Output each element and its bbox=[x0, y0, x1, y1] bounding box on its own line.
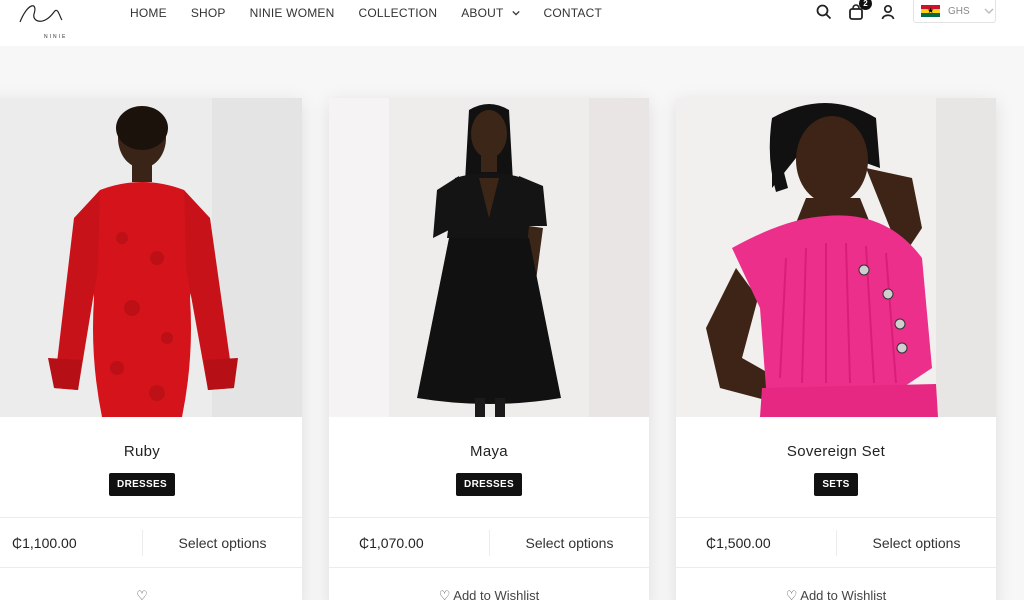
nav-label: HOME bbox=[130, 6, 167, 20]
currency-code: GHS bbox=[948, 5, 970, 17]
search-icon bbox=[816, 4, 832, 20]
select-options-button[interactable]: Select options bbox=[143, 535, 302, 551]
user-icon bbox=[881, 4, 895, 20]
header-actions: 2 bbox=[814, 0, 910, 22]
select-options-button[interactable]: Select options bbox=[490, 535, 649, 551]
add-to-wishlist-button[interactable]: ♡ Add to Wishlist bbox=[329, 588, 649, 600]
product-image[interactable] bbox=[0, 98, 302, 417]
nav-label: COLLECTION bbox=[358, 6, 438, 20]
product-image[interactable] bbox=[329, 98, 649, 417]
product-photo-sovereign-set bbox=[676, 98, 996, 417]
add-to-wishlist-button[interactable]: ♡ Add to Wishlist bbox=[676, 588, 996, 600]
chevron-down-icon bbox=[984, 8, 994, 14]
cart-button[interactable]: 2 bbox=[846, 0, 872, 22]
product-card[interactable]: Maya DRESSES ₵1,070.00 Select options ♡ … bbox=[329, 98, 649, 600]
product-card[interactable]: Ruby DRESSES ₵1,100.00 Select options ♡ bbox=[0, 98, 302, 600]
nav-label: NINIE WOMEN bbox=[249, 6, 335, 20]
price-row: ₵1,070.00 Select options bbox=[329, 517, 649, 568]
chevron-down-icon bbox=[511, 10, 520, 16]
product-name[interactable]: Maya bbox=[329, 443, 649, 461]
product-name[interactable]: Ruby bbox=[0, 443, 302, 461]
nav-about[interactable]: ABOUT bbox=[461, 6, 520, 20]
nav-contact[interactable]: CONTACT bbox=[544, 6, 603, 20]
nav-shop[interactable]: SHOP bbox=[191, 6, 226, 20]
product-card[interactable]: Sovereign Set SETS ₵1,500.00 Select opti… bbox=[676, 98, 996, 600]
search-button[interactable] bbox=[814, 2, 834, 22]
product-image[interactable] bbox=[676, 98, 996, 417]
nav-label: ABOUT bbox=[461, 6, 504, 20]
site-header: NINIE HOME SHOP NINIE WOMEN COLLECTION A… bbox=[0, 0, 1024, 46]
select-options-button[interactable]: Select options bbox=[837, 535, 996, 551]
ghana-flag-icon: ★ bbox=[921, 5, 940, 17]
category-badge[interactable]: DRESSES bbox=[456, 473, 522, 496]
price-row: ₵1,500.00 Select options bbox=[676, 517, 996, 568]
main-nav: HOME SHOP NINIE WOMEN COLLECTION ABOUT C… bbox=[118, 0, 614, 26]
nav-collection[interactable]: COLLECTION bbox=[359, 6, 438, 20]
nav-ninie-women[interactable]: NINIE WOMEN bbox=[250, 6, 335, 20]
product-price: ₵1,070.00 bbox=[359, 534, 424, 551]
product-price: ₵1,500.00 bbox=[706, 534, 771, 551]
product-name[interactable]: Sovereign Set bbox=[676, 443, 996, 461]
logo-text: NINIE bbox=[44, 34, 68, 40]
nav-home[interactable]: HOME bbox=[130, 6, 167, 20]
product-photo-maya bbox=[329, 98, 649, 417]
logo-mark-icon bbox=[19, 5, 63, 23]
account-button[interactable] bbox=[878, 2, 898, 22]
product-photo-ruby bbox=[0, 98, 302, 417]
nav-label: CONTACT bbox=[543, 6, 603, 20]
currency-switcher[interactable]: ★ GHS bbox=[913, 0, 996, 23]
nav-label: SHOP bbox=[190, 6, 226, 20]
product-price: ₵1,100.00 bbox=[12, 534, 77, 551]
add-to-wishlist-button[interactable]: ♡ bbox=[0, 588, 302, 600]
price-row: ₵1,100.00 Select options bbox=[0, 517, 302, 568]
cart-count-badge: 2 bbox=[859, 0, 872, 10]
category-badge[interactable]: SETS bbox=[814, 473, 858, 496]
category-badge[interactable]: DRESSES bbox=[109, 473, 175, 496]
brand-logo[interactable]: NINIE bbox=[14, 0, 72, 44]
